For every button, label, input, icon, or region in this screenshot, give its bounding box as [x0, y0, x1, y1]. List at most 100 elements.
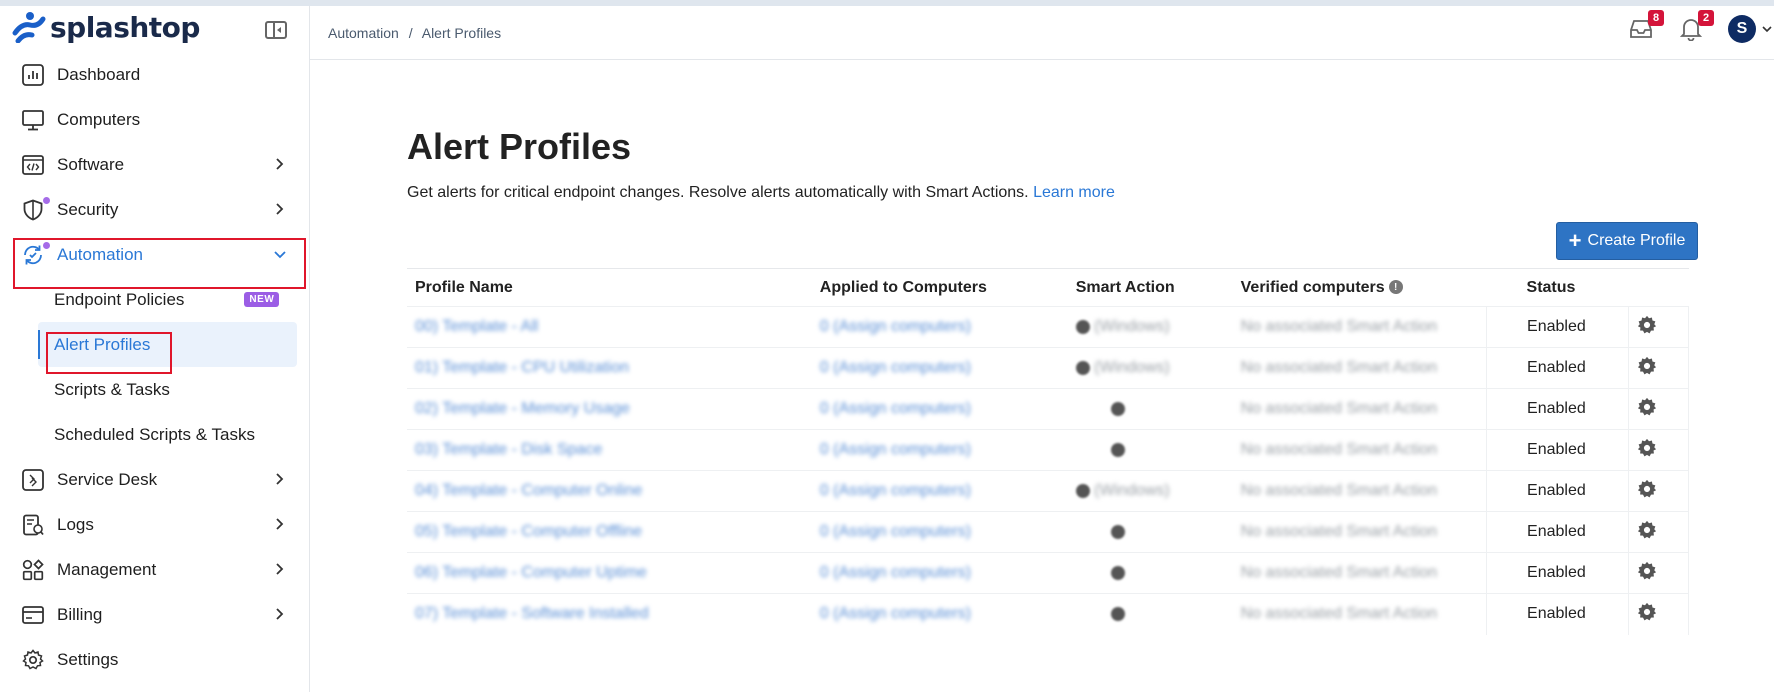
row-settings-button[interactable]	[1628, 470, 1690, 512]
applied-cell[interactable]: 0 (Assign computers)	[811, 593, 1068, 635]
sidebar-nav: Dashboard Computers Software Security Au…	[0, 52, 309, 682]
profile-name-cell[interactable]: 05) Template - Computer Offline	[407, 511, 812, 553]
applied-link[interactable]: 0 (Assign computers)	[820, 482, 971, 499]
profile-name-link[interactable]: 03) Template - Disk Space	[415, 441, 602, 458]
profile-name-cell[interactable]: 06) Template - Computer Uptime	[407, 552, 812, 594]
breadcrumb-automation-link[interactable]: Automation	[328, 25, 399, 41]
applied-cell[interactable]: 0 (Assign computers)	[811, 470, 1068, 512]
row-settings-button[interactable]	[1628, 511, 1690, 553]
sidebar-item-billing[interactable]: Billing	[0, 592, 309, 637]
management-icon	[21, 558, 45, 582]
profile-name-cell[interactable]: 04) Template - Computer Online	[407, 470, 812, 512]
applied-link[interactable]: 0 (Assign computers)	[820, 318, 971, 335]
main-area: Automation / Alert Profiles 8 2 S Alert …	[310, 6, 1774, 692]
sidebar-item-settings[interactable]: Settings	[0, 637, 309, 682]
status-cell: Enabled	[1486, 511, 1629, 553]
avatar[interactable]: S	[1728, 15, 1756, 43]
column-header-verified[interactable]: Verified computers!	[1232, 268, 1487, 307]
chevron-down-icon[interactable]	[1760, 22, 1774, 36]
gear-icon	[1637, 438, 1657, 462]
applied-link[interactable]: 0 (Assign computers)	[820, 359, 971, 376]
learn-more-link[interactable]: Learn more	[1033, 184, 1115, 201]
table-row[interactable]: 04) Template - Computer Online 0 (Assign …	[407, 470, 1690, 512]
sidebar-item-dashboard[interactable]: Dashboard	[0, 52, 309, 97]
applied-cell[interactable]: 0 (Assign computers)	[811, 552, 1068, 594]
table-row[interactable]: 02) Template - Memory Usage 0 (Assign com…	[407, 388, 1690, 430]
table-row[interactable]: 06) Template - Computer Uptime 0 (Assign …	[407, 552, 1690, 594]
column-header-profile-name[interactable]: Profile Name	[407, 268, 812, 307]
applied-cell[interactable]: 0 (Assign computers)	[811, 429, 1068, 471]
sidebar-item-service-desk[interactable]: Service Desk	[0, 457, 309, 502]
sidebar-subitem-scheduled-scripts-tasks[interactable]: Scheduled Scripts & Tasks	[0, 412, 309, 457]
row-settings-button[interactable]	[1628, 552, 1690, 594]
smart-action-os-icon	[1110, 524, 1125, 539]
sidebar-item-logs[interactable]: Logs	[0, 502, 309, 547]
profile-name-cell[interactable]: 00) Template - All	[407, 306, 812, 348]
row-settings-button[interactable]	[1628, 306, 1690, 348]
applied-link[interactable]: 0 (Assign computers)	[820, 605, 971, 622]
sidebar-item-software[interactable]: Software	[0, 142, 309, 187]
row-settings-button[interactable]	[1628, 593, 1690, 635]
table-row[interactable]: 05) Template - Computer Offline 0 (Assign…	[407, 511, 1690, 553]
create-profile-label: Create Profile	[1587, 232, 1686, 249]
profile-name-link[interactable]: 00) Template - All	[415, 318, 538, 335]
profile-name-cell[interactable]: 07) Template - Software Installed	[407, 593, 812, 635]
applied-cell[interactable]: 0 (Assign computers)	[811, 388, 1068, 430]
sidebar-item-label: Automation	[57, 244, 143, 264]
collapse-sidebar-button[interactable]	[265, 21, 287, 39]
chevron-right-icon	[276, 608, 284, 620]
sidebar-item-computers[interactable]: Computers	[0, 97, 309, 142]
applied-cell[interactable]: 0 (Assign computers)	[811, 306, 1068, 348]
automation-icon	[21, 241, 50, 267]
sidebar-subitem-scripts-tasks[interactable]: Scripts & Tasks	[0, 367, 309, 412]
logs-icon	[21, 513, 45, 537]
applied-link[interactable]: 0 (Assign computers)	[820, 441, 971, 458]
service-desk-icon	[21, 468, 45, 492]
applied-link[interactable]: 0 (Assign computers)	[820, 400, 971, 417]
gear-icon	[1637, 479, 1657, 503]
table-row[interactable]: 00) Template - All 0 (Assign computers) (…	[407, 306, 1690, 348]
smart-action-text: (Windows)	[1094, 318, 1170, 335]
profile-name-cell[interactable]: 03) Template - Disk Space	[407, 429, 812, 471]
profile-name-link[interactable]: 04) Template - Computer Online	[415, 482, 642, 499]
sidebar-subitem-alert-profiles[interactable]: Alert Profiles	[38, 322, 297, 367]
profile-name-cell[interactable]: 01) Template - CPU Utilization	[407, 347, 812, 389]
sidebar-item-automation[interactable]: Automation	[0, 232, 309, 277]
sidebar-item-management[interactable]: Management	[0, 547, 309, 592]
plus-icon: +	[1568, 228, 1582, 253]
row-settings-button[interactable]	[1628, 429, 1690, 471]
profile-name-link[interactable]: 06) Template - Computer Uptime	[415, 564, 647, 581]
gear-icon	[1637, 356, 1657, 380]
notifications-button[interactable]: 2	[1676, 10, 1714, 44]
sidebar-subitem-endpoint-policies[interactable]: Endpoint Policies NEW	[0, 277, 309, 322]
smart-action-text: (Windows)	[1094, 482, 1170, 499]
brand-name: splashtop	[50, 10, 200, 44]
table-row[interactable]: 01) Template - CPU Utilization 0 (Assign …	[407, 347, 1690, 389]
column-header-status[interactable]: Status	[1486, 268, 1629, 307]
info-icon[interactable]: !	[1388, 280, 1403, 295]
profile-name-link[interactable]: 02) Template - Memory Usage	[415, 400, 630, 417]
create-profile-button[interactable]: + Create Profile	[1556, 222, 1698, 260]
splashtop-logo[interactable]: splashtop	[12, 11, 200, 44]
applied-cell[interactable]: 0 (Assign computers)	[811, 511, 1068, 553]
sidebar-item-security[interactable]: Security	[0, 187, 309, 232]
column-header-smart-action[interactable]: Smart Action	[1067, 268, 1233, 307]
inbox-button[interactable]: 8	[1626, 10, 1664, 44]
profile-name-link[interactable]: 07) Template - Software Installed	[415, 605, 649, 622]
table-row[interactable]: 07) Template - Software Installed 0 (Assi…	[407, 593, 1690, 635]
smart-action-cell	[1067, 429, 1233, 471]
smart-action-text: (Windows)	[1094, 359, 1170, 376]
smart-action-os-icon	[1075, 360, 1090, 375]
applied-link[interactable]: 0 (Assign computers)	[820, 523, 971, 540]
profile-name-link[interactable]: 01) Template - CPU Utilization	[415, 359, 629, 376]
column-header-applied[interactable]: Applied to Computers	[811, 268, 1068, 307]
applied-cell[interactable]: 0 (Assign computers)	[811, 347, 1068, 389]
profile-name-cell[interactable]: 02) Template - Memory Usage	[407, 388, 812, 430]
verified-text: No associated Smart Action	[1240, 482, 1438, 499]
table-row[interactable]: 03) Template - Disk Space 0 (Assign compu…	[407, 429, 1690, 471]
row-settings-button[interactable]	[1628, 347, 1690, 389]
sidebar-item-label: Dashboard	[57, 64, 141, 84]
profile-name-link[interactable]: 05) Template - Computer Offline	[415, 523, 642, 540]
row-settings-button[interactable]	[1628, 388, 1690, 430]
applied-link[interactable]: 0 (Assign computers)	[820, 564, 971, 581]
